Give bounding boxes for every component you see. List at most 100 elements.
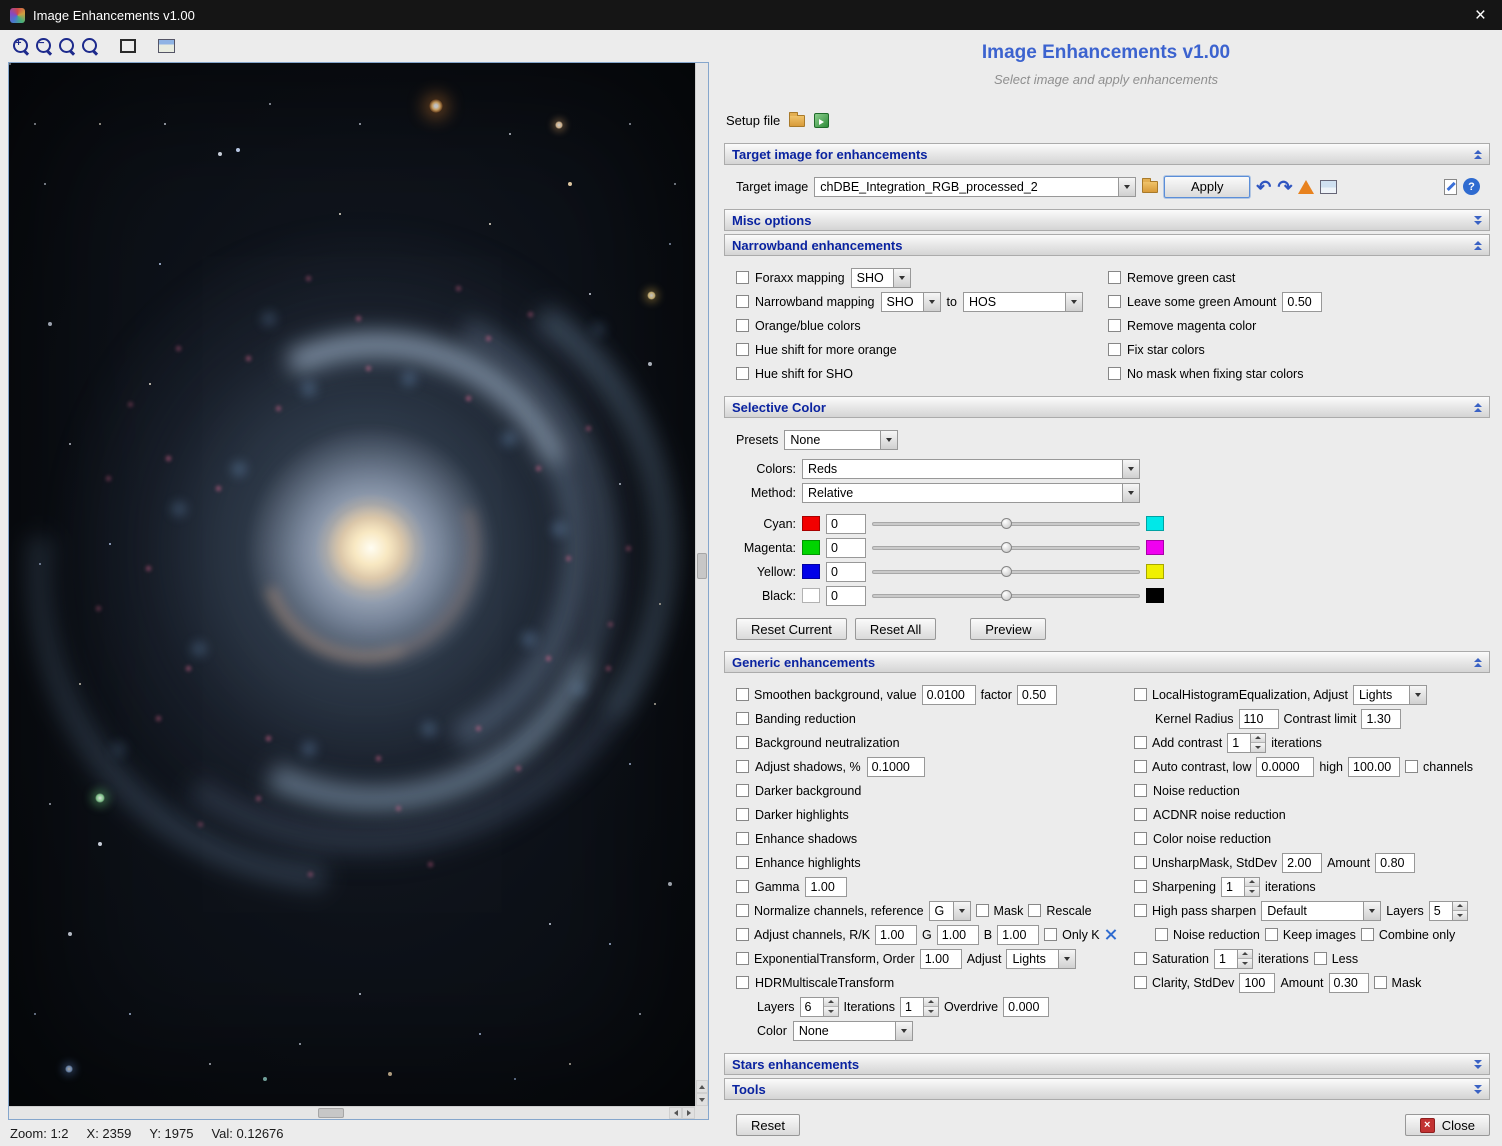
colors-select[interactable]: Reds <box>802 459 1140 479</box>
foraxx-mapping-checkbox[interactable] <box>736 271 749 284</box>
scroll-right-icon[interactable] <box>682 1107 695 1119</box>
hdr-color-select[interactable]: None <box>793 1021 913 1041</box>
saturation-checkbox[interactable] <box>1134 952 1147 965</box>
spin-down-icon[interactable] <box>924 1006 938 1016</box>
channels-checkbox[interactable] <box>1405 760 1418 773</box>
spin-up-icon[interactable] <box>824 998 838 1007</box>
adjust-g-field[interactable]: 1.00 <box>937 925 979 945</box>
only-k-checkbox[interactable] <box>1044 928 1057 941</box>
section-selective-header[interactable]: Selective Color <box>724 396 1490 418</box>
smoothen-background-checkbox[interactable] <box>736 688 749 701</box>
rescale-checkbox[interactable] <box>1028 904 1041 917</box>
foraxx-mapping-select[interactable]: SHO <box>851 268 911 288</box>
fix-star-colors-checkbox[interactable] <box>1108 343 1121 356</box>
color-noise-checkbox[interactable] <box>1134 832 1147 845</box>
banding-reduction-checkbox[interactable] <box>736 712 749 725</box>
keep-images-checkbox[interactable] <box>1265 928 1278 941</box>
section-tools-header[interactable]: Tools <box>724 1078 1490 1100</box>
remove-green-checkbox[interactable] <box>1108 271 1121 284</box>
add-contrast-value[interactable]: 1 <box>1227 733 1251 753</box>
sharpening-value[interactable]: 1 <box>1221 877 1245 897</box>
normalize-mask-checkbox[interactable] <box>976 904 989 917</box>
vertical-scrollbar[interactable] <box>695 63 708 1106</box>
slider-thumb[interactable] <box>1001 542 1012 553</box>
presets-select[interactable]: None <box>784 430 898 450</box>
unsharp-stddev-field[interactable]: 2.00 <box>1282 853 1322 873</box>
enhance-highlights-checkbox[interactable] <box>736 856 749 869</box>
hdr-multiscale-checkbox[interactable] <box>736 976 749 989</box>
spin-up-icon[interactable] <box>1238 950 1252 959</box>
scroll-left-icon[interactable] <box>669 1107 682 1119</box>
background-neutralization-checkbox[interactable] <box>736 736 749 749</box>
factor-field[interactable]: 0.50 <box>1017 685 1057 705</box>
scroll-up-icon[interactable] <box>696 1080 708 1093</box>
spin-down-icon[interactable] <box>1251 742 1265 752</box>
high-pass-mode-select[interactable]: Default <box>1261 901 1381 921</box>
darker-highlights-checkbox[interactable] <box>736 808 749 821</box>
normalize-channels-checkbox[interactable] <box>736 904 749 917</box>
window-close-button[interactable]: × <box>1469 6 1492 25</box>
narrowband-from-select[interactable]: SHO <box>881 292 941 312</box>
zoom-actual-icon[interactable] <box>58 37 76 55</box>
normalize-reference-select[interactable]: G <box>929 901 971 921</box>
spin-down-icon[interactable] <box>1245 886 1259 896</box>
high-pass-sharpen-checkbox[interactable] <box>1134 904 1147 917</box>
acdnr-checkbox[interactable] <box>1134 808 1147 821</box>
clarity-mask-checkbox[interactable] <box>1374 976 1387 989</box>
layers-value[interactable]: 6 <box>800 997 824 1017</box>
lhe-checkbox[interactable] <box>1134 688 1147 701</box>
galaxy-image[interactable] <box>9 63 695 1106</box>
edit-script-icon[interactable] <box>1444 179 1457 195</box>
apply-button[interactable]: Apply <box>1164 176 1250 198</box>
spin-down-icon[interactable] <box>1453 910 1467 920</box>
iterations-spinner[interactable]: 1 <box>900 997 939 1017</box>
less-checkbox[interactable] <box>1314 952 1327 965</box>
help-icon[interactable]: ? <box>1463 178 1480 195</box>
cyan-slider[interactable] <box>872 516 1140 532</box>
reset-all-button[interactable]: Reset All <box>855 618 936 640</box>
warning-icon[interactable] <box>1298 180 1314 194</box>
collapse-icon[interactable] <box>1474 403 1482 412</box>
collapse-icon[interactable] <box>1474 150 1482 159</box>
open-setup-file-icon[interactable] <box>789 115 805 127</box>
orange-blue-checkbox[interactable] <box>736 319 749 332</box>
slider-thumb[interactable] <box>1001 518 1012 529</box>
noise-reduction-checkbox[interactable] <box>1134 784 1147 797</box>
auto-contrast-low-field[interactable]: 0.0000 <box>1256 757 1314 777</box>
narrowband-to-select[interactable]: HOS <box>963 292 1083 312</box>
remove-magenta-checkbox[interactable] <box>1108 319 1121 332</box>
spin-down-icon[interactable] <box>1238 958 1252 968</box>
yellow-value-field[interactable]: 0 <box>826 562 866 582</box>
black-slider[interactable] <box>872 588 1140 604</box>
yellow-slider[interactable] <box>872 564 1140 580</box>
sharpening-spinner[interactable]: 1 <box>1221 877 1260 897</box>
section-narrowband-header[interactable]: Narrowband enhancements <box>724 234 1490 256</box>
add-contrast-spinner[interactable]: 1 <box>1227 733 1266 753</box>
auto-contrast-checkbox[interactable] <box>1134 760 1147 773</box>
smoothen-value-field[interactable]: 0.0100 <box>922 685 976 705</box>
horizontal-scrollbar[interactable] <box>9 1106 695 1119</box>
narrowband-mapping-checkbox[interactable] <box>736 295 749 308</box>
lhe-adjust-select[interactable]: Lights <box>1353 685 1427 705</box>
saturation-value[interactable]: 1 <box>1214 949 1238 969</box>
hp-noise-reduction-checkbox[interactable] <box>1155 928 1168 941</box>
vertical-scrollbar-thumb[interactable] <box>697 553 707 579</box>
clarity-amount-field[interactable]: 0.30 <box>1329 973 1369 993</box>
close-button[interactable]: × Close <box>1405 1114 1490 1136</box>
clarity-stddev-field[interactable]: 100 <box>1239 973 1275 993</box>
adjust-shadows-field[interactable]: 0.1000 <box>867 757 925 777</box>
hue-shift-orange-checkbox[interactable] <box>736 343 749 356</box>
slider-thumb[interactable] <box>1001 590 1012 601</box>
zoom-fit-icon[interactable] <box>81 37 99 55</box>
exponential-order-field[interactable]: 1.00 <box>920 949 962 969</box>
reset-current-button[interactable]: Reset Current <box>736 618 847 640</box>
reset-button[interactable]: Reset <box>736 1114 800 1136</box>
exponential-transform-checkbox[interactable] <box>736 952 749 965</box>
magenta-slider[interactable] <box>872 540 1140 556</box>
expand-icon[interactable] <box>1474 1060 1482 1069</box>
collapse-icon[interactable] <box>1474 658 1482 667</box>
kernel-radius-field[interactable]: 110 <box>1239 709 1279 729</box>
target-image-select[interactable]: chDBE_Integration_RGB_processed_2 <box>814 177 1136 197</box>
adjust-b-field[interactable]: 1.00 <box>997 925 1039 945</box>
unsharp-amount-field[interactable]: 0.80 <box>1375 853 1415 873</box>
